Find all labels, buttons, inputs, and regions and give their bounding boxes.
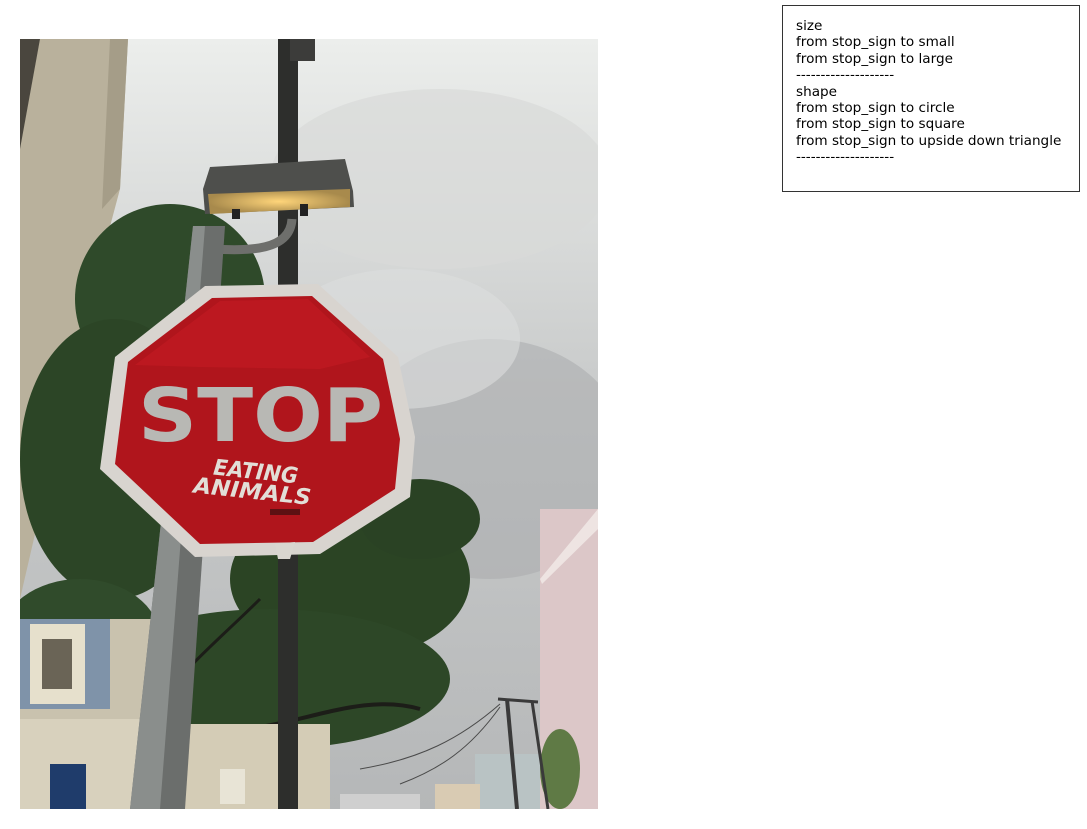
stop-sign-scene: STOP EATING ANIMALS bbox=[20, 39, 598, 809]
legend-line: from stop_sign to small bbox=[796, 34, 955, 51]
street-photo: STOP EATING ANIMALS bbox=[20, 39, 598, 809]
legend-line: -------------------- bbox=[796, 149, 895, 166]
sign-text: STOP bbox=[138, 373, 383, 459]
legend-line: -------------------- bbox=[796, 67, 895, 84]
legend-line: from stop_sign to circle bbox=[796, 100, 955, 117]
legend-line: from stop_sign to upside down triangle bbox=[796, 132, 1062, 149]
legend-line: from stop_sign to square bbox=[796, 116, 965, 133]
legend-line: shape bbox=[796, 83, 838, 100]
legend-line: from stop_sign to large bbox=[796, 50, 953, 67]
legend-box: size from stop_sign to small from stop_sig… bbox=[782, 5, 1080, 192]
legend-line: size bbox=[796, 18, 823, 34]
